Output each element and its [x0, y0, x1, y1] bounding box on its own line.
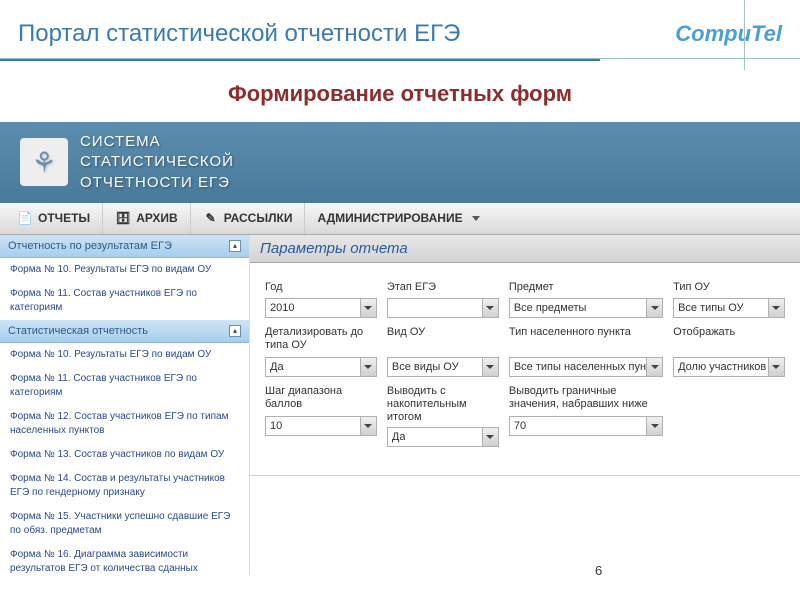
select-value: Долю участников [678, 361, 766, 373]
sidebar-group-title: Отчетность по результатам ЕГЭ [8, 240, 172, 252]
app-banner: ⚘ СИСТЕМА СТАТИСТИЧЕСКОЙ ОТЧЕТНОСТИ ЕГЭ [0, 122, 800, 203]
menu-archive[interactable]: 🗄 АРХИВ [102, 203, 190, 234]
select-value: Все виды ОУ [392, 361, 459, 373]
form-field: Год 2010 [265, 281, 377, 318]
page-number: 6 [595, 563, 602, 578]
sidebar: Отчетность по результатам ЕГЭ ▴ Форма № 10… [0, 235, 250, 575]
sidebar-group-title: Статистическая отчетность [8, 325, 148, 337]
form-label: Тип ОУ [673, 281, 785, 295]
select-value: Все предметы [514, 302, 587, 314]
sidebar-item[interactable]: Форма № 13. Состав участников по видам О… [0, 443, 249, 467]
app-title: СИСТЕМА СТАТИСТИЧЕСКОЙ ОТЧЕТНОСТИ ЕГЭ [80, 132, 234, 193]
form-field: Выводить с накопительным итогом Да [387, 385, 499, 448]
sidebar-item[interactable]: Форма № 16. Диаграмма зависимости резуль… [0, 543, 249, 575]
form-field: Предмет Все предметы [509, 281, 663, 318]
chevron-down-icon [360, 299, 376, 317]
chevron-down-icon [360, 358, 376, 376]
form-label: Предмет [509, 281, 663, 295]
select-dropdown[interactable]: 2010 [265, 298, 377, 318]
select-value: Да [392, 431, 406, 443]
chevron-down-icon [482, 299, 498, 317]
chevron-down-icon [472, 216, 480, 221]
chevron-down-icon [482, 358, 498, 376]
form-label: Шаг диапазона баллов [265, 385, 377, 413]
form-field: Тип населенного пункта Все типы населенны… [509, 326, 663, 377]
page-title: Портал статистической отчетности ЕГЭ [18, 20, 460, 48]
form-label: Вид ОУ [387, 326, 499, 354]
panel-title: Параметры отчета [250, 235, 800, 263]
chevron-down-icon [482, 428, 498, 446]
select-value: Все типы населенных пун [514, 361, 646, 373]
select-dropdown[interactable]: 70 [509, 416, 663, 436]
chevron-down-icon [768, 299, 784, 317]
form-field: Шаг диапазона баллов 10 [265, 385, 377, 448]
select-dropdown[interactable]: Да [387, 427, 499, 447]
form-label: Этап ЕГЭ [387, 281, 499, 295]
select-value: 2010 [270, 302, 294, 314]
form-label: Отображать [673, 326, 785, 354]
collapse-icon[interactable]: ▴ [229, 240, 241, 252]
select-value: Да [270, 361, 284, 373]
form-field [673, 385, 785, 448]
form-field: Выводить граничные значения, набравших н… [509, 385, 663, 448]
sidebar-item[interactable]: Форма № 15. Участники успешно сдавшие ЕГ… [0, 505, 249, 543]
form-field: Отображать Долю участников [673, 326, 785, 377]
header-divider [744, 0, 745, 70]
main-panel: Параметры отчета Год 2010 Этап ЕГЭ Предмет В… [250, 235, 800, 575]
section-title: Формирование отчетных форм [0, 61, 800, 122]
select-dropdown[interactable]: Все типы ОУ [673, 298, 785, 318]
page-header: Портал статистической отчетности ЕГЭ Com… [0, 0, 800, 58]
menu-bar: 📄 ОТЧЕТЫ 🗄 АРХИВ ✎ РАССЫЛКИ АДМИНИСТРИРО… [0, 203, 800, 235]
form-field: Вид ОУ Все виды ОУ [387, 326, 499, 377]
select-dropdown[interactable]: 10 [265, 416, 377, 436]
chevron-down-icon [646, 358, 662, 376]
document-icon: 📄 [17, 210, 33, 226]
collapse-icon[interactable]: ▴ [229, 325, 241, 337]
select-dropdown[interactable]: Все предметы [509, 298, 663, 318]
sidebar-item[interactable]: Форма № 11. Состав участников ЕГЭ по кат… [0, 367, 249, 405]
content-area: Отчетность по результатам ЕГЭ ▴ Форма № 10… [0, 235, 800, 575]
menu-mailing[interactable]: ✎ РАССЫЛКИ [190, 203, 305, 234]
form-label: Выводить с накопительным итогом [387, 385, 499, 425]
sidebar-item[interactable]: Форма № 10. Результаты ЕГЭ по видам ОУ [0, 258, 249, 282]
select-dropdown[interactable] [387, 298, 499, 318]
form-field: Тип ОУ Все типы ОУ [673, 281, 785, 318]
sidebar-item[interactable]: Форма № 10. Результаты ЕГЭ по видам ОУ [0, 343, 249, 367]
menu-admin[interactable]: АДМИНИСТРИРОВАНИЕ [304, 203, 491, 234]
form-grid: Год 2010 Этап ЕГЭ Предмет Все предметы Тип ОУ… [250, 263, 800, 466]
form-field: Детализировать до типа ОУ Да [265, 326, 377, 377]
app-logo-icon: ⚘ [20, 138, 68, 186]
chevron-down-icon [646, 299, 662, 317]
chevron-down-icon [646, 417, 662, 435]
chevron-down-icon [360, 417, 376, 435]
chevron-down-icon [768, 358, 784, 376]
form-label: Детализировать до типа ОУ [265, 326, 377, 354]
select-dropdown[interactable]: Все виды ОУ [387, 357, 499, 377]
select-dropdown[interactable]: Да [265, 357, 377, 377]
select-dropdown[interactable]: Все типы населенных пун [509, 357, 663, 377]
menu-reports[interactable]: 📄 ОТЧЕТЫ [5, 203, 102, 234]
select-dropdown[interactable]: Долю участников [673, 357, 785, 377]
sidebar-item[interactable]: Форма № 12. Состав участников ЕГЭ по тип… [0, 405, 249, 443]
form-divider [250, 475, 800, 476]
select-value: 70 [514, 420, 526, 432]
sidebar-item[interactable]: Форма № 14. Состав и результаты участник… [0, 467, 249, 505]
sidebar-group-header[interactable]: Отчетность по результатам ЕГЭ ▴ [0, 235, 249, 258]
brand-logo: CompuTel [675, 21, 782, 47]
select-value: Все типы ОУ [678, 302, 743, 314]
pencil-icon: ✎ [203, 210, 219, 226]
archive-icon: 🗄 [115, 210, 131, 226]
form-label: Выводить граничные значения, набравших н… [509, 385, 663, 413]
form-label: Год [265, 281, 377, 295]
sidebar-item[interactable]: Форма № 11. Состав участников ЕГЭ по кат… [0, 282, 249, 320]
form-field: Этап ЕГЭ [387, 281, 499, 318]
select-value: 10 [270, 420, 282, 432]
sidebar-group-header[interactable]: Статистическая отчетность ▴ [0, 320, 249, 343]
form-label: Тип населенного пункта [509, 326, 663, 354]
